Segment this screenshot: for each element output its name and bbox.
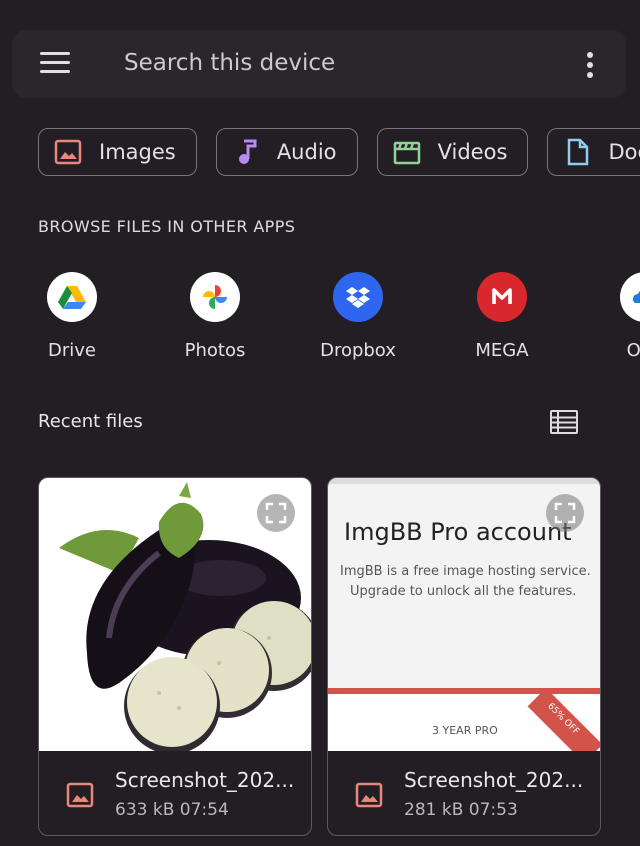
app-name: Drive bbox=[48, 340, 96, 361]
chip-audio[interactable]: Audio bbox=[215, 128, 358, 176]
file-size: 633 kB bbox=[115, 800, 175, 820]
google-photos-icon bbox=[190, 272, 240, 322]
file-time: 07:54 bbox=[179, 800, 229, 820]
recent-file-card[interactable]: ImgBB Pro account ImgBB is a free image … bbox=[327, 477, 601, 836]
onedrive-icon bbox=[620, 272, 640, 322]
dropbox-icon bbox=[333, 272, 383, 322]
chip-documents[interactable]: Docur bbox=[547, 128, 640, 176]
category-chips: Images Audio Videos Docur bbox=[38, 128, 640, 178]
menu-icon[interactable] bbox=[40, 52, 70, 76]
app-name: Dropbox bbox=[320, 340, 396, 361]
document-icon bbox=[568, 138, 589, 166]
file-name: Screenshot_202... bbox=[115, 768, 295, 792]
music-note-icon bbox=[238, 139, 257, 164]
app-name: MEGA bbox=[475, 340, 529, 361]
app-onedrive[interactable]: One bbox=[580, 272, 640, 361]
imgbb-thumbnail: ImgBB Pro account ImgBB is a free image … bbox=[328, 478, 600, 751]
recent-files-title: Recent files bbox=[38, 411, 143, 432]
chip-label: Videos bbox=[437, 140, 508, 164]
chip-images[interactable]: Images bbox=[38, 128, 197, 176]
app-name: One bbox=[626, 340, 640, 361]
image-icon bbox=[54, 139, 82, 165]
recent-file-card[interactable]: Screenshot_202... 633 kB 07:54 bbox=[38, 477, 312, 836]
app-mega[interactable]: MEGA bbox=[437, 272, 567, 361]
preview-heading: ImgBB Pro account bbox=[344, 518, 572, 546]
preview-line: Upgrade to unlock all the features. bbox=[350, 584, 577, 599]
chip-label: Images bbox=[99, 140, 176, 164]
plan-label: 3 YEAR PRO bbox=[432, 724, 498, 737]
app-dropbox[interactable]: Dropbox bbox=[293, 272, 423, 361]
expand-icon[interactable] bbox=[546, 494, 584, 532]
google-drive-icon bbox=[47, 272, 97, 322]
chip-label: Audio bbox=[276, 140, 337, 164]
mega-icon bbox=[477, 272, 527, 322]
file-time: 07:53 bbox=[468, 800, 518, 820]
search-bar[interactable]: Search this device bbox=[12, 30, 626, 98]
file-name: Screenshot_202... bbox=[404, 768, 584, 792]
more-options-icon[interactable] bbox=[586, 52, 594, 78]
expand-icon[interactable] bbox=[257, 494, 295, 532]
file-meta: 281 kB 07:53 bbox=[404, 800, 518, 820]
list-view-icon[interactable] bbox=[550, 410, 578, 434]
chip-videos[interactable]: Videos bbox=[376, 128, 529, 176]
file-size: 281 kB bbox=[404, 800, 464, 820]
preview-line: ImgBB is a free image hosting service. bbox=[340, 564, 591, 579]
image-file-icon bbox=[66, 782, 94, 808]
chip-label: Docur bbox=[608, 140, 640, 164]
search-input[interactable]: Search this device bbox=[124, 50, 335, 76]
other-apps-row: Drive Photos Dropbox MEGA One bbox=[0, 272, 640, 372]
app-name: Photos bbox=[184, 340, 246, 361]
browse-section-title: BROWSE FILES IN OTHER APPS bbox=[38, 217, 296, 236]
image-file-icon bbox=[355, 782, 383, 808]
file-meta: 633 kB 07:54 bbox=[115, 800, 229, 820]
app-drive[interactable]: Drive bbox=[7, 272, 137, 361]
clapperboard-icon bbox=[393, 141, 420, 165]
eggplant-thumbnail bbox=[39, 478, 311, 751]
app-photos[interactable]: Photos bbox=[150, 272, 280, 361]
